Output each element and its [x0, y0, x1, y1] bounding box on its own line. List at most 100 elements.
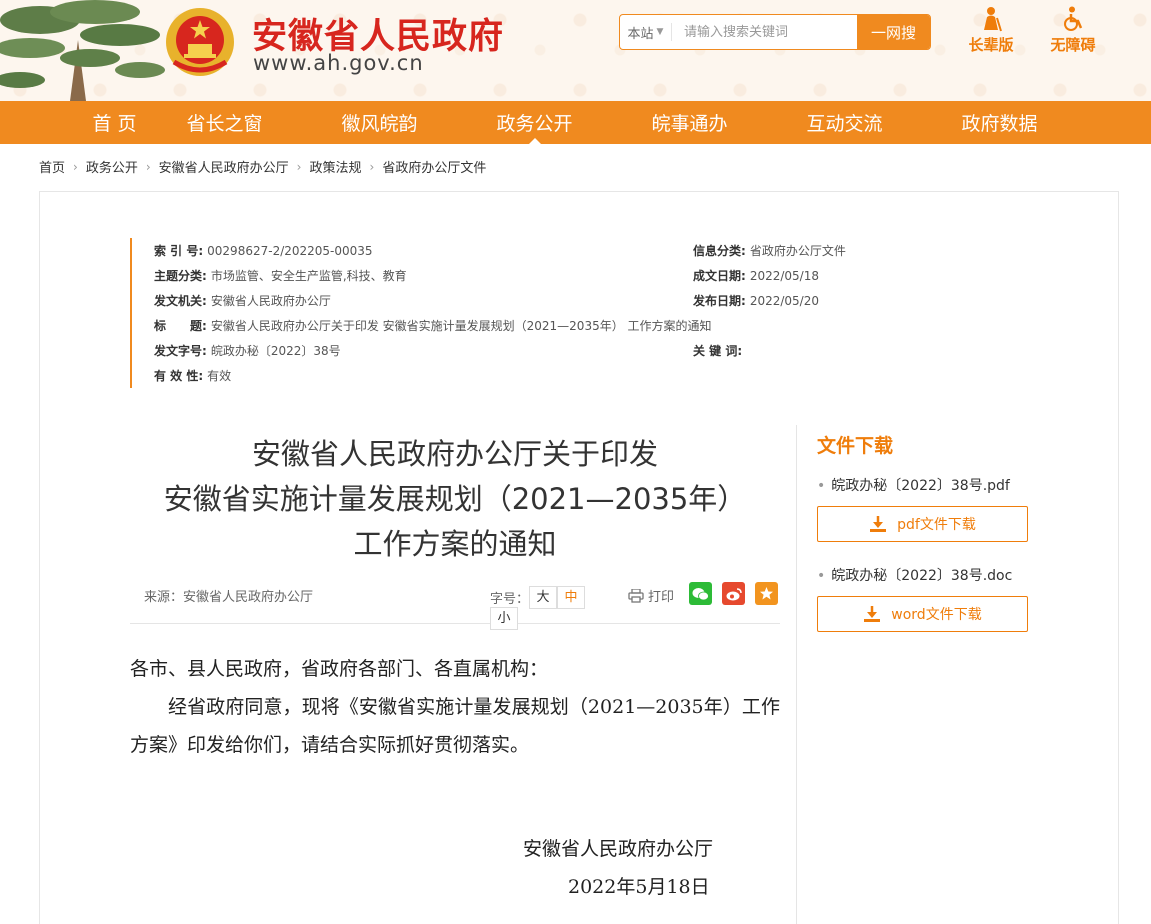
nav-item-interaction[interactable]: 互动交流: [767, 101, 922, 144]
meta-index-label: 索 引 号:: [154, 244, 204, 258]
font-size-medium-button[interactable]: 中: [557, 586, 586, 609]
accessibility-link[interactable]: 无障碍: [1043, 6, 1103, 55]
breadcrumb-office[interactable]: 安徽省人民政府办公厅: [159, 157, 289, 176]
breadcrumb: 首页 › 政务公开 › 安徽省人民政府办公厅 › 政策法规 › 省政府办公厅文件: [39, 157, 486, 177]
document-paragraph: 经省政府同意，现将《安徽省实施计量发展规划（2021—2035年）工作方案》印发…: [130, 696, 780, 756]
font-size-small-button[interactable]: 小: [490, 607, 518, 630]
meta-keywords-label: 关 键 词:: [693, 344, 743, 358]
breadcrumb-home[interactable]: 首页: [39, 157, 65, 176]
download-panel: 文件下载 • 皖政办秘〔2022〕38号.pdf pdf文件下载 • 皖政办秘〔20…: [796, 425, 1076, 924]
wheelchair-icon: [1064, 6, 1083, 31]
signature-date: 2022年5月18日: [568, 876, 710, 898]
download-file-item[interactable]: • 皖政办秘〔2022〕38号.pdf: [817, 475, 1010, 495]
meta-written-date-value: 2022/05/18: [749, 269, 819, 283]
document-title-line: 安徽省人民政府办公厅关于印发: [251, 437, 658, 471]
download-file-name: 皖政办秘〔2022〕38号.pdf: [831, 478, 1010, 494]
meta-index-value: 00298627-2/202205-00035: [207, 244, 373, 258]
nav-item-services[interactable]: 皖事通办: [612, 101, 767, 144]
tree-icon: [0, 0, 165, 101]
meta-validity-value: 有效: [207, 369, 232, 383]
pdf-download-button[interactable]: pdf文件下载: [817, 506, 1028, 542]
nav-item-culture[interactable]: 徽风皖韵: [302, 101, 457, 144]
download-icon: [870, 516, 887, 532]
elder-mode-label: 长辈版: [968, 36, 1014, 54]
search-input[interactable]: [672, 15, 857, 49]
nav-item-governor[interactable]: 省长之窗: [147, 101, 302, 144]
print-button[interactable]: 打印: [628, 586, 674, 605]
breadcrumb-policy[interactable]: 政策法规: [309, 157, 361, 176]
site-domain: www.ah.gov.cn: [253, 51, 424, 75]
print-label: 打印: [648, 590, 675, 605]
meta-issuer-value: 安徽省人民政府办公厅: [210, 294, 331, 308]
breadcrumb-separator: ›: [73, 159, 78, 174]
meta-title-label: 标 题:: [154, 319, 207, 333]
document-title: 安徽省人民政府办公厅关于印发 安徽省实施计量发展规划（2021—2035年） 工…: [130, 432, 780, 567]
nav-item-home[interactable]: 首 页: [82, 101, 147, 144]
printer-icon: [628, 588, 644, 603]
meta-topic-value: 市场监管、安全生产监管,科技、教育: [210, 269, 407, 283]
search-scope-label: 本站: [627, 26, 654, 42]
document-salutation: 各市、县人民政府，省政府各部门、各直属机构：: [130, 658, 549, 680]
meta-index: 索 引 号: 00298627-2/202205-00035: [154, 242, 373, 259]
document-source: 来源：安徽省人民政府办公厅: [144, 590, 314, 605]
elder-mode-link[interactable]: 长辈版: [961, 6, 1021, 55]
meta-written-date: 成文日期: 2022/05/18: [693, 267, 819, 284]
meta-issuer-label: 发文机关:: [154, 294, 207, 308]
meta-keywords: 关 键 词:: [693, 342, 746, 359]
meta-publish-date: 发布日期: 2022/05/20: [693, 292, 819, 309]
breadcrumb-separator: ›: [145, 159, 151, 174]
meta-written-date-label: 成文日期:: [693, 269, 746, 283]
chevron-down-icon: ▼: [656, 27, 664, 37]
download-file-item[interactable]: • 皖政办秘〔2022〕38号.doc: [817, 565, 1012, 585]
word-download-button[interactable]: word文件下载: [817, 596, 1028, 632]
meta-doc-no-label: 发文字号:: [154, 344, 207, 358]
share-weibo-button[interactable]: [722, 582, 745, 605]
main-nav: 首 页 省长之窗 徽风皖韵 政务公开 皖事通办 互动交流 政府数据: [0, 101, 1151, 144]
wechat-icon: [692, 587, 709, 600]
document-meta: 索 引 号: 00298627-2/202205-00035 信息分类: 省政府办公…: [130, 238, 870, 388]
meta-issuer: 发文机关: 安徽省人民政府办公厅: [154, 292, 331, 309]
breadcrumb-office-docs[interactable]: 省政府办公厅文件: [382, 157, 486, 176]
breadcrumb-separator: ›: [296, 159, 302, 174]
breadcrumb-separator: ›: [369, 159, 375, 174]
meta-topic: 主题分类: 市场监管、安全生产监管,科技、教育: [154, 267, 407, 284]
meta-publish-date-value: 2022/05/20: [749, 294, 819, 308]
national-emblem-icon: [166, 8, 234, 76]
favorite-icon: [760, 587, 773, 600]
pdf-download-label: pdf文件下载: [897, 517, 976, 533]
font-size-large-button[interactable]: 大: [529, 586, 558, 609]
breadcrumb-gov-affairs[interactable]: 政务公开: [86, 157, 138, 176]
meta-topic-label: 主题分类:: [154, 269, 207, 283]
article-toolbar: 来源：安徽省人民政府办公厅 字号： 大 中 小 打印: [130, 578, 780, 630]
document-body: 各市、县人民政府，省政府各部门、各直属机构： 经省政府同意，现将《安徽省实施计量…: [130, 650, 780, 764]
elder-icon: [984, 7, 1002, 32]
meta-publish-date-label: 发布日期:: [693, 294, 746, 308]
search-box: 本站 ▼ 一网搜: [619, 14, 931, 50]
meta-title: 标 题: 安徽省人民政府办公厅关于印发 安徽省实施计量发展规划（2021—2035…: [154, 317, 712, 334]
accessibility-label: 无障碍: [1050, 36, 1096, 54]
word-download-label: word文件下载: [891, 607, 982, 623]
meta-doc-no-value: 皖政办秘〔2022〕38号: [210, 344, 341, 358]
search-button[interactable]: 一网搜: [857, 15, 930, 49]
bullet: •: [817, 478, 826, 494]
bullet: •: [817, 568, 826, 584]
meta-title-value: 安徽省人民政府办公厅关于印发 安徽省实施计量发展规划（2021—2035年） 工…: [210, 319, 712, 333]
download-icon: [864, 606, 881, 622]
document-title-line: 安徽省实施计量发展规划（2021—2035年）: [163, 482, 747, 516]
font-size-control: 字号： 大 中: [490, 586, 586, 609]
favorite-button[interactable]: [755, 582, 778, 605]
download-panel-title: 文件下载: [817, 435, 894, 457]
document-title-line: 工作方案的通知: [353, 527, 557, 561]
nav-item-gov-data[interactable]: 政府数据: [922, 101, 1077, 144]
search-scope-select[interactable]: 本站 ▼: [620, 23, 672, 42]
meta-validity-label: 有 效 性:: [154, 369, 204, 383]
weibo-icon: [726, 587, 742, 600]
share-wechat-button[interactable]: [689, 582, 712, 605]
meta-doc-no: 发文字号: 皖政办秘〔2022〕38号: [154, 342, 341, 359]
nav-item-gov-affairs[interactable]: 政务公开: [457, 101, 612, 144]
meta-info-class-value: 省政府办公厅文件: [749, 244, 846, 258]
signature-org: 安徽省人民政府办公厅: [523, 838, 714, 860]
meta-info-class: 信息分类: 省政府办公厅文件: [693, 242, 846, 259]
font-size-label: 字号：: [490, 592, 530, 607]
meta-validity: 有 效 性: 有效: [154, 367, 231, 384]
